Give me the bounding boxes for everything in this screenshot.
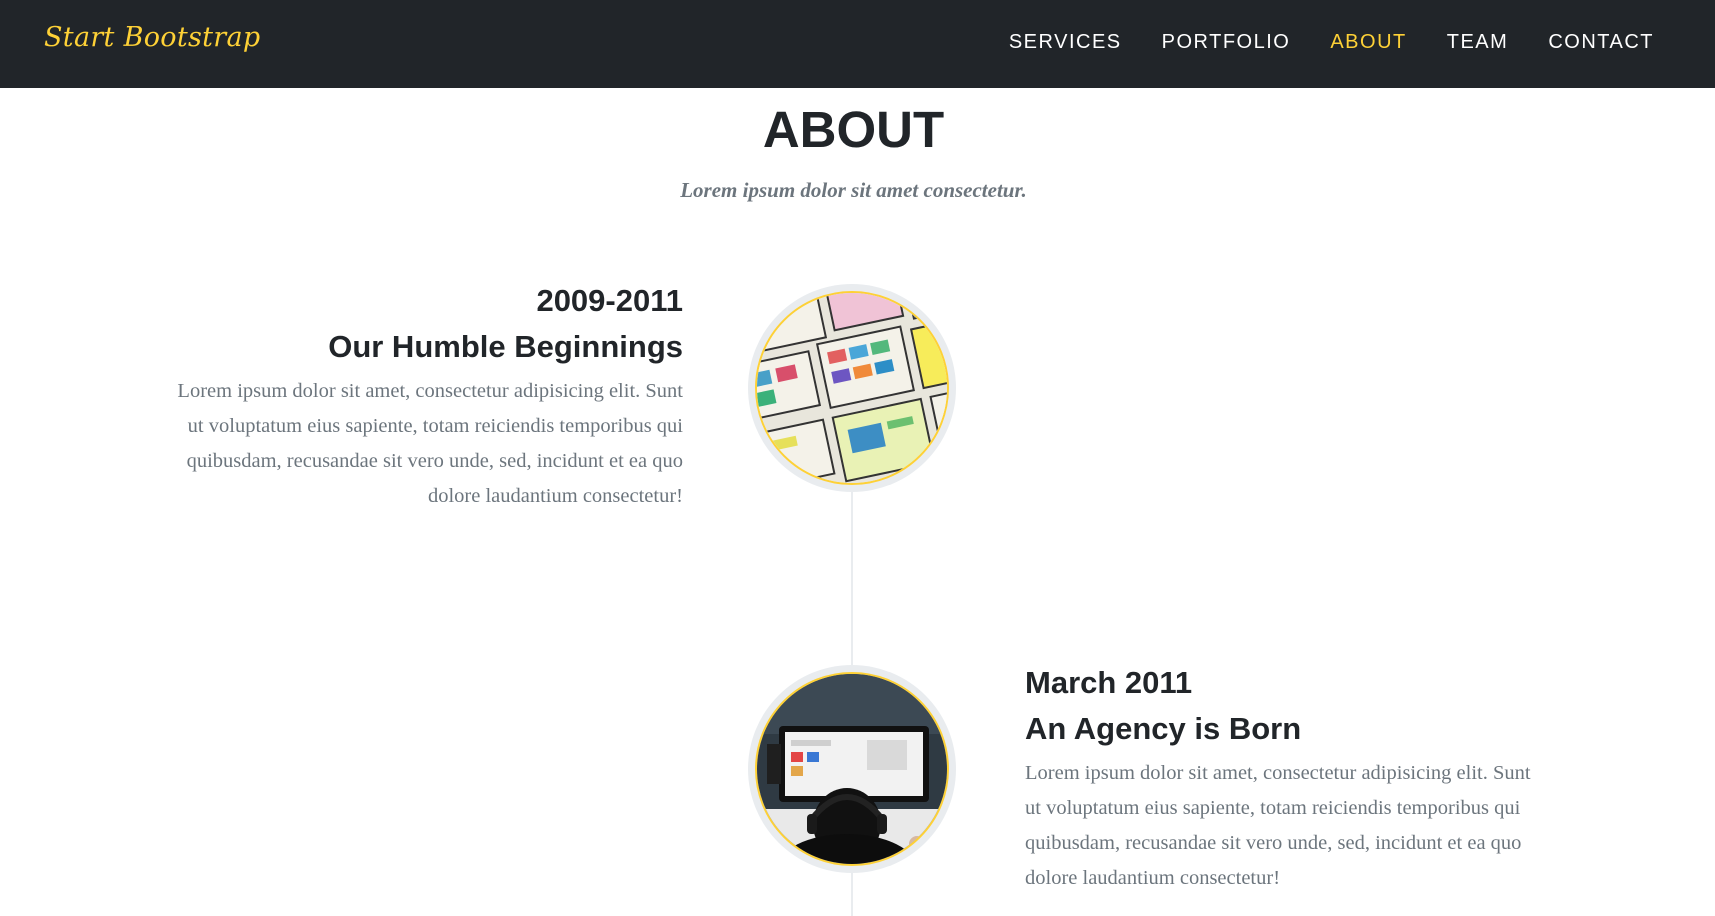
- timeline-panel-1: 2009-2011 Our Humble Beginnings Lorem ip…: [163, 278, 683, 514]
- timeline-image-1: [748, 284, 956, 492]
- section-subheading: Lorem ipsum dolor sit amet consectetur.: [680, 178, 1027, 202]
- navbar: Start Bootstrap Services Portfolio About…: [0, 0, 1715, 88]
- nav-menu: Services Portfolio About Team Contact: [1009, 31, 1654, 53]
- section-heading: ABOUT: [762, 101, 945, 158]
- timeline-title: An Agency is Born: [1025, 711, 1302, 746]
- timeline-image-2: [748, 665, 956, 873]
- timeline-body: Lorem ipsum dolor sit amet, consectetur …: [177, 380, 683, 507]
- timeline-body: Lorem ipsum dolor sit amet, consectetur …: [1025, 762, 1531, 889]
- timeline-panel-2: March 2011 An Agency is Born Lorem ipsum…: [1025, 660, 1545, 896]
- navbar-brand[interactable]: Start Bootstrap: [44, 22, 260, 53]
- timeline-title: Our Humble Beginnings: [328, 329, 683, 364]
- nav-link-contact[interactable]: Contact: [1548, 31, 1654, 53]
- nav-link-portfolio[interactable]: Portfolio: [1162, 31, 1291, 53]
- wireframe-sketches-photo: [755, 291, 949, 485]
- nav-link-team[interactable]: Team: [1447, 31, 1509, 53]
- nav-link-services[interactable]: Services: [1009, 31, 1122, 53]
- timeline-date: 2009-2011: [536, 283, 683, 318]
- timeline-date: March 2011: [1025, 665, 1193, 700]
- nav-link-about[interactable]: About: [1330, 31, 1406, 53]
- person-at-computer-photo: [755, 672, 949, 866]
